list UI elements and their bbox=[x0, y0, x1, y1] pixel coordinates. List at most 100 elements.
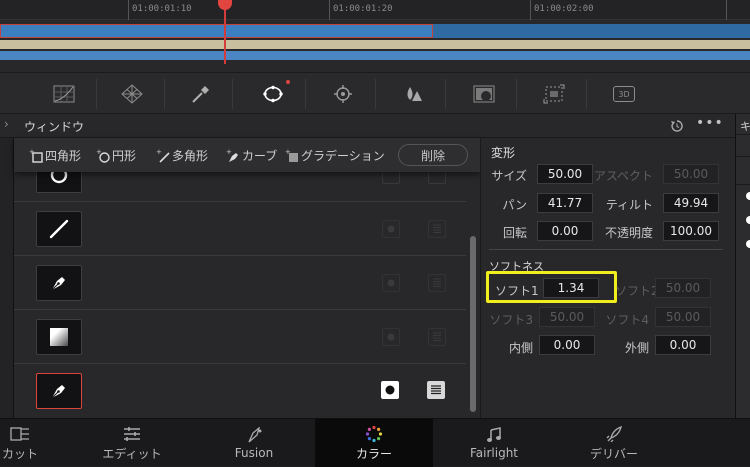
page-deliver[interactable]: デリバー bbox=[574, 419, 654, 467]
tracker-tool[interactable] bbox=[310, 79, 376, 109]
warper-tool[interactable] bbox=[99, 79, 165, 109]
inside-field[interactable]: 0.00 bbox=[539, 335, 595, 355]
soft1-field[interactable]: 1.34 bbox=[543, 278, 599, 298]
gradient-icon bbox=[50, 328, 68, 346]
invert-toggle[interactable] bbox=[382, 274, 400, 292]
aspect-label: アスペクト bbox=[593, 169, 653, 183]
invert-toggle[interactable] bbox=[382, 328, 400, 346]
left-panel-edge bbox=[0, 138, 14, 418]
pan-label: パン bbox=[502, 198, 527, 212]
polygon-line-icon: + bbox=[156, 149, 170, 163]
soft3-label: ソフト3 bbox=[489, 313, 533, 327]
window-tool[interactable] bbox=[240, 79, 306, 109]
window-row-curve-selected[interactable] bbox=[14, 364, 466, 418]
invert-toggle[interactable] bbox=[382, 220, 400, 238]
node-dot-icon bbox=[746, 192, 750, 200]
window-row-linear[interactable] bbox=[14, 202, 466, 256]
pan-field[interactable]: 41.77 bbox=[537, 193, 593, 213]
active-dot bbox=[286, 80, 290, 84]
node-dot-icon bbox=[746, 216, 750, 224]
soft3-field[interactable]: 50.00 bbox=[539, 307, 595, 327]
mask-toggle[interactable] bbox=[428, 220, 446, 238]
outside-field[interactable]: 0.00 bbox=[655, 335, 711, 355]
curves-tool[interactable] bbox=[31, 79, 97, 109]
window-inspector: 変形 サイズ 50.00 アスペクト 50.00 パン 41.77 ティルト 4… bbox=[480, 138, 735, 418]
mask-icon bbox=[433, 224, 441, 233]
mask-icon bbox=[433, 278, 441, 287]
section-divider bbox=[489, 249, 723, 250]
window-row-polygon[interactable] bbox=[14, 256, 466, 310]
sizing-icon bbox=[543, 84, 564, 104]
size-label: サイズ bbox=[491, 169, 527, 183]
sizing-tool[interactable] bbox=[521, 79, 587, 109]
linear-line-icon bbox=[49, 219, 69, 239]
tracker-icon bbox=[333, 85, 352, 103]
music-note-icon bbox=[487, 427, 501, 442]
mask-toggle[interactable] bbox=[427, 381, 445, 399]
audio-track-1[interactable] bbox=[0, 40, 750, 49]
add-curve-button[interactable]: + カーブ bbox=[226, 147, 277, 164]
more-options-icon[interactable]: ••• bbox=[696, 115, 724, 131]
aspect-field[interactable]: 50.00 bbox=[663, 164, 719, 184]
invert-icon bbox=[387, 333, 395, 341]
page-edit[interactable]: エディット bbox=[92, 419, 172, 467]
key-tool[interactable] bbox=[451, 79, 517, 109]
soft2-field[interactable]: 50.00 bbox=[655, 278, 711, 298]
add-circle-button[interactable]: + 円形 bbox=[96, 147, 136, 164]
mask-icon bbox=[433, 332, 441, 341]
timecode-label: 01:00:01:20 bbox=[333, 4, 393, 14]
page-fairlight[interactable]: Fairlight bbox=[454, 419, 534, 467]
window-list[interactable] bbox=[14, 138, 480, 418]
page-cut[interactable]: カット bbox=[0, 419, 40, 467]
tilt-field[interactable]: 49.94 bbox=[663, 193, 719, 213]
3d-tool[interactable]: 3D bbox=[591, 79, 657, 109]
window-shape-toolbar: + 四角形 + 円形 + 多角形 + カーブ + グラデーション 削除 bbox=[14, 138, 480, 172]
panel-title: ウィンドウ bbox=[24, 120, 85, 134]
delete-button[interactable]: 削除 bbox=[398, 144, 468, 166]
pen-icon bbox=[51, 385, 65, 399]
fusion-page-icon bbox=[248, 427, 262, 443]
add-gradient-button[interactable]: + グラデーション bbox=[285, 147, 385, 164]
size-field[interactable]: 50.00 bbox=[537, 164, 593, 184]
window-row-gradient[interactable] bbox=[14, 310, 466, 364]
list-scrollbar[interactable] bbox=[470, 236, 476, 412]
soft4-label: ソフト4 bbox=[605, 313, 649, 327]
reset-icon[interactable] bbox=[670, 119, 684, 133]
opacity-field[interactable]: 100.00 bbox=[663, 221, 719, 241]
mask-toggle[interactable] bbox=[428, 274, 446, 292]
video-clip[interactable] bbox=[0, 24, 433, 38]
invert-icon bbox=[385, 385, 395, 395]
square-icon: + bbox=[29, 149, 43, 163]
node-dot-icon bbox=[746, 240, 750, 248]
add-polygon-button[interactable]: + 多角形 bbox=[156, 147, 208, 164]
video-track[interactable] bbox=[0, 24, 750, 38]
qualifier-tool[interactable] bbox=[167, 79, 233, 109]
palette-toolbar: 3D bbox=[0, 72, 750, 114]
3d-icon: 3D bbox=[613, 86, 635, 102]
page-color[interactable]: カラー bbox=[315, 419, 433, 467]
invert-toggle[interactable] bbox=[381, 381, 399, 399]
outside-label: 外側 bbox=[624, 341, 649, 355]
timecode-ruler[interactable]: 01:00:01:10 01:00:01:20 01:00:02:00 bbox=[0, 0, 750, 20]
qualifier-eyedropper-icon bbox=[191, 86, 209, 103]
window-panel-header: › ウィンドウ ••• bbox=[0, 114, 735, 138]
key-icon bbox=[473, 85, 494, 103]
window-icon bbox=[262, 85, 283, 103]
collapse-chevron-icon[interactable]: › bbox=[4, 117, 9, 131]
timeline[interactable]: 01:00:01:10 01:00:01:20 01:00:02:00 bbox=[0, 0, 750, 72]
page-navigation-bar: カット エディット Fusion カラー Fairlight デリバー bbox=[0, 418, 750, 467]
linear-window-thumbnail[interactable] bbox=[36, 211, 82, 247]
page-fusion[interactable]: Fusion bbox=[214, 419, 294, 467]
gradient-window-thumbnail[interactable] bbox=[36, 319, 82, 355]
curves-icon bbox=[53, 85, 74, 103]
timecode-label: 01:00:02:00 bbox=[534, 4, 594, 14]
mask-toggle[interactable] bbox=[428, 328, 446, 346]
blur-tool[interactable] bbox=[380, 79, 446, 109]
soft4-field[interactable]: 50.00 bbox=[655, 307, 711, 327]
edit-page-icon bbox=[124, 426, 140, 441]
add-square-button[interactable]: + 四角形 bbox=[29, 147, 81, 164]
curve-window-thumbnail[interactable] bbox=[36, 373, 82, 409]
polygon-window-thumbnail[interactable] bbox=[36, 265, 82, 301]
blur-icon bbox=[407, 87, 422, 101]
audio-track-2[interactable] bbox=[0, 51, 750, 60]
